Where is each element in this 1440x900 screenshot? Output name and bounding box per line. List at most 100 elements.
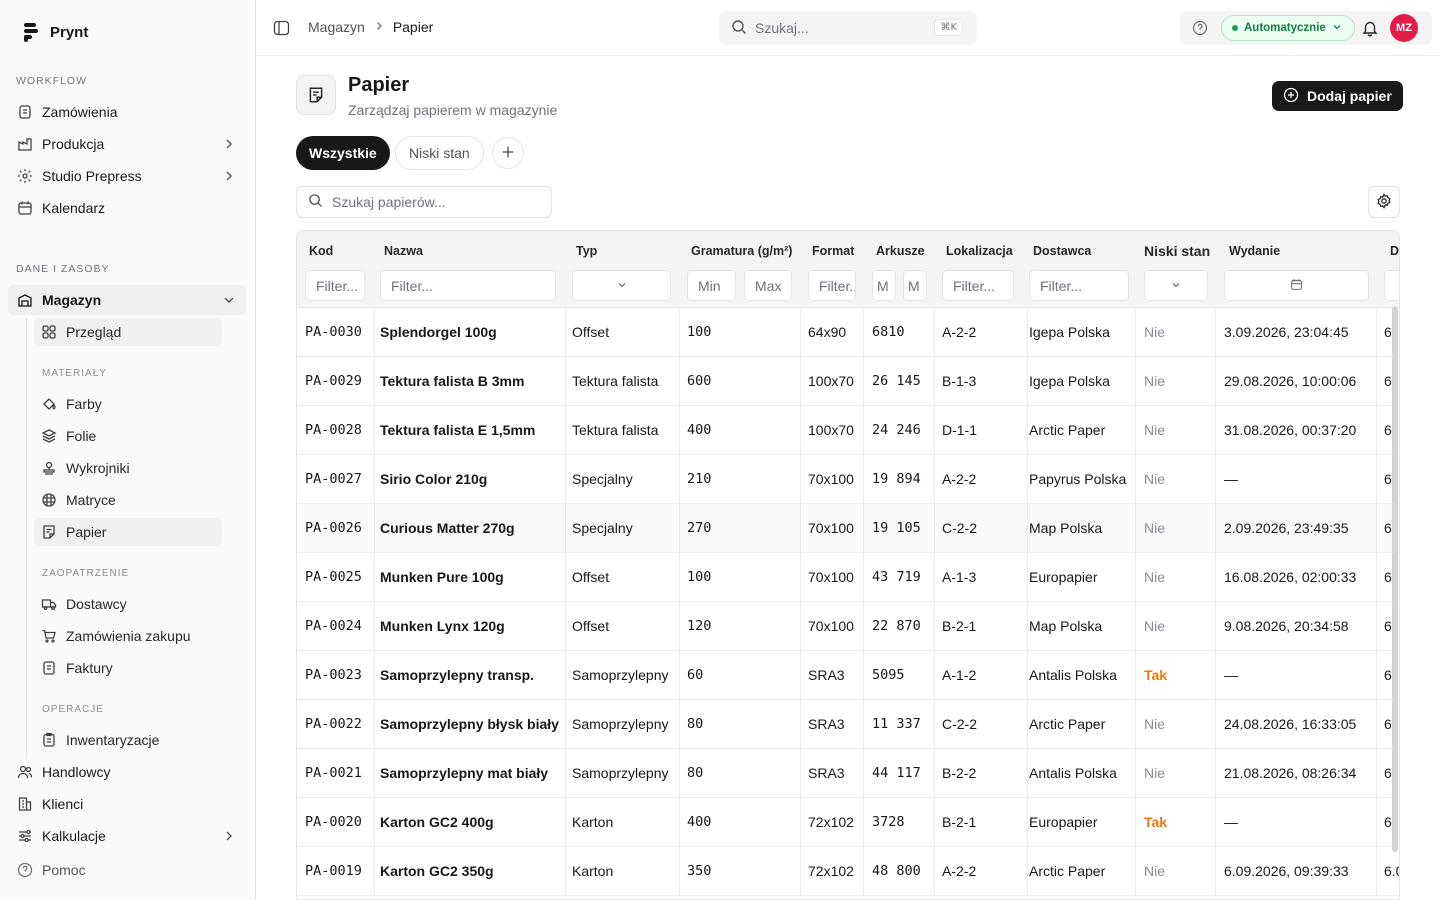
cell-code: PA-0028: [305, 422, 362, 438]
column-divider: [565, 357, 566, 405]
sidebar-item-invoices[interactable]: Faktury: [34, 654, 222, 682]
table-row[interactable]: PA-0021 Samoprzylepny mat biały Samoprzyle…: [297, 749, 1399, 798]
help-icon[interactable]: [1192, 20, 1208, 39]
sidebar-help[interactable]: Pomoc: [8, 862, 86, 878]
filter-code[interactable]: Filter...: [305, 270, 365, 301]
cell-issue: 6.09.2026, 09:39:33: [1224, 863, 1349, 879]
table-row[interactable]: PA-0023 Samoprzylepny transp. Samoprzylepn…: [297, 651, 1399, 700]
table-settings-button[interactable]: [1368, 186, 1400, 218]
column-header-sheets[interactable]: Arkusze: [876, 244, 925, 258]
filter-grammage-max[interactable]: Max: [744, 270, 792, 301]
filter-location[interactable]: Filter...: [942, 270, 1014, 301]
filter-format[interactable]: Filter...: [808, 270, 856, 301]
table-row[interactable]: PA-0025 Munken Pure 100g Offset 100 70x100 43…: [297, 553, 1399, 602]
add-tab-button[interactable]: [492, 137, 524, 169]
sidebar-item-plates[interactable]: Matryce: [34, 486, 222, 514]
gear-icon: [1376, 192, 1392, 212]
table-scrollbar[interactable]: [1392, 307, 1398, 852]
cell-format: SRA3: [808, 716, 845, 732]
sidebar-item-inventory[interactable]: Inwentaryzacje: [34, 726, 222, 754]
sidebar-item-sales-reps[interactable]: Handlowcy: [8, 757, 246, 787]
table-row[interactable]: PA-0030 Splendorgel 100g Offset 100 64x90 681…: [297, 308, 1399, 357]
column-divider: [1027, 504, 1028, 552]
add-paper-label: Dodaj papier: [1307, 88, 1392, 104]
column-divider: [863, 357, 864, 405]
column-divider: [1135, 308, 1136, 356]
column-divider: [1376, 798, 1377, 846]
cell-location: B-2-2: [942, 765, 977, 781]
sidebar-item-foils[interactable]: Folie: [34, 422, 222, 450]
cell-supplier: Antalis Polska: [1029, 667, 1117, 683]
filter-issue-date[interactable]: [1224, 270, 1369, 301]
table-row[interactable]: PA-0026 Curious Matter 270g Specjalny 270 70…: [297, 504, 1399, 553]
factory-icon: [17, 136, 33, 152]
table-row[interactable]: PA-0019 Karton GC2 350g Karton 350 72x102 48 …: [297, 847, 1399, 896]
sidebar-item-overview[interactable]: Przegląd: [34, 318, 222, 346]
column-header-low-stock[interactable]: Niski stan: [1144, 243, 1210, 259]
filter-grammage-min[interactable]: Min: [687, 270, 736, 301]
sidebar-item-suppliers[interactable]: Dostawcy: [34, 590, 222, 618]
sliders-icon: [17, 828, 33, 844]
table-row[interactable]: PA-0022 Samoprzylepny błysk biały Samoprzy…: [297, 700, 1399, 749]
table-row[interactable]: PA-0027 Sirio Color 210g Specjalny 210 70x10…: [297, 455, 1399, 504]
mode-dropdown[interactable]: Automatycznie: [1221, 15, 1355, 41]
sidebar-item-label: Faktury: [66, 660, 113, 676]
global-search-input[interactable]: Szukaj... ⌘K: [719, 11, 977, 45]
sidebar-item-clients[interactable]: Klienci: [8, 789, 246, 819]
users-icon: [17, 764, 33, 780]
sidebar-item-dies[interactable]: Wykrojniki: [34, 454, 222, 482]
filter-next[interactable]: [1384, 270, 1399, 301]
filter-name[interactable]: Filter...: [380, 270, 556, 301]
page-subtitle: Zarządzaj papierem w magazynie: [348, 102, 558, 118]
sidebar-item-inks[interactable]: Farby: [34, 390, 222, 418]
avatar[interactable]: MZ: [1390, 14, 1418, 42]
filter-sheets-min[interactable]: M: [872, 270, 896, 301]
table-row[interactable]: PA-0024 Munken Lynx 120g Offset 120 70x100 22…: [297, 602, 1399, 651]
cell-code: PA-0027: [305, 471, 362, 487]
column-divider: [679, 504, 680, 552]
bell-icon[interactable]: [1361, 19, 1379, 40]
sidebar-item-orders[interactable]: Zamówienia: [8, 97, 246, 127]
cell-format: 70x100: [808, 569, 854, 585]
subtree-line: [26, 318, 27, 758]
column-divider: [1135, 651, 1136, 699]
sidebar-item-production[interactable]: Produkcja: [8, 129, 246, 159]
column-header-supplier[interactable]: Dostawca: [1033, 244, 1091, 258]
sidebar-item-prepress[interactable]: Studio Prepress: [8, 161, 246, 191]
filter-supplier[interactable]: Filter...: [1029, 270, 1129, 301]
sidebar-item-label: Produkcja: [42, 136, 105, 152]
column-divider: [1215, 504, 1216, 552]
sidebar-item-calendar[interactable]: Kalendarz: [8, 193, 246, 223]
column-divider: [800, 749, 801, 797]
breadcrumb-item-warehouse[interactable]: Magazyn: [308, 19, 365, 35]
column-divider: [374, 455, 375, 503]
filter-low-stock-select[interactable]: [1144, 270, 1208, 301]
filter-sheets-max[interactable]: M: [903, 270, 927, 301]
column-header-grammage[interactable]: Gramatura (g/m²): [691, 244, 792, 258]
column-header-format[interactable]: Format: [812, 244, 854, 258]
add-paper-button[interactable]: Dodaj papier: [1272, 81, 1403, 111]
column-divider: [1135, 406, 1136, 454]
sidebar-item-paper[interactable]: Papier: [34, 518, 222, 546]
cell-format: 70x100: [808, 618, 854, 634]
sidebar-item-calculations[interactable]: Kalkulacje: [8, 821, 246, 851]
table-row[interactable]: PA-0020 Karton GC2 400g Karton 400 72x102 372…: [297, 798, 1399, 847]
table-row[interactable]: PA-0029 Tektura falista B 3mm Tektura fali…: [297, 357, 1399, 406]
column-divider: [565, 847, 566, 895]
sidebar-toggle-icon[interactable]: [273, 20, 290, 39]
column-header-code[interactable]: Kod: [309, 244, 333, 258]
column-header-name[interactable]: Nazwa: [384, 244, 423, 258]
tab-low-stock[interactable]: Niski stan: [395, 136, 484, 170]
filter-type-select[interactable]: [572, 270, 671, 301]
table-row[interactable]: PA-0028 Tektura falista E 1,5mm Tektura fa…: [297, 406, 1399, 455]
brand[interactable]: Prynt: [22, 22, 88, 42]
tab-all[interactable]: Wszystkie: [296, 136, 390, 170]
column-header-issue[interactable]: Wydanie: [1229, 244, 1280, 258]
sidebar-item-purchase-orders[interactable]: Zamówienia zakupu: [34, 622, 222, 650]
sidebar-item-warehouse[interactable]: Magazyn: [8, 285, 246, 315]
paper-search-input[interactable]: Szukaj papierów...: [296, 186, 552, 218]
column-header-type[interactable]: Typ: [576, 244, 597, 258]
column-divider: [1215, 406, 1216, 454]
column-header-location[interactable]: Lokalizacja: [946, 244, 1013, 258]
cell-sheets: 26 145: [872, 373, 921, 389]
